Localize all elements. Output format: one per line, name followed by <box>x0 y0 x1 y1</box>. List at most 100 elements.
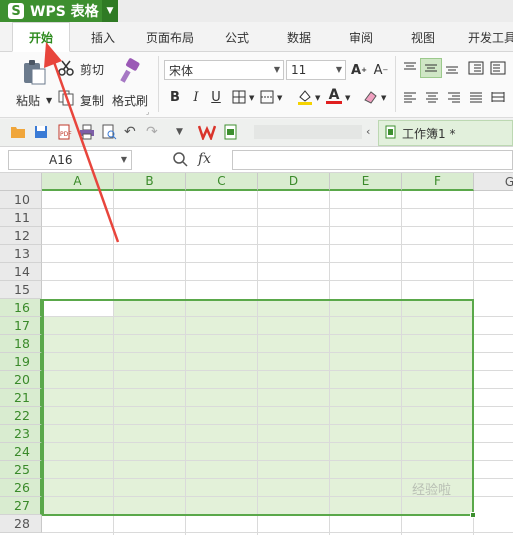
app-title: WPS 表格 <box>30 4 99 20</box>
paste-button[interactable]: 粘贴 <box>16 92 40 109</box>
row-header[interactable]: 15 <box>0 281 42 299</box>
paste-icon[interactable] <box>20 58 48 86</box>
underline-button[interactable]: U <box>207 88 225 106</box>
wps-docer-icon[interactable] <box>197 124 217 142</box>
cell-reference: A16 <box>49 153 73 167</box>
scissors-icon[interactable] <box>58 60 74 76</box>
column-header-c[interactable]: C <box>186 173 258 191</box>
ribbon-tabs: 开始 插入 页面布局 公式 数据 审阅 视图 开发工具 <box>0 22 513 52</box>
paste-dropdown-icon[interactable]: ▼ <box>46 96 52 105</box>
format-painter-button[interactable]: 格式刷 <box>112 92 148 109</box>
app-menu-button[interactable]: S WPS 表格 <box>0 0 118 22</box>
align-top-icon[interactable] <box>402 60 418 76</box>
row-header-selected[interactable]: 27 <box>0 497 42 515</box>
align-middle-icon[interactable] <box>420 58 442 78</box>
chevron-down-icon[interactable]: ▼ <box>345 94 350 102</box>
align-right-icon[interactable] <box>446 90 462 106</box>
clipboard-launcher-icon[interactable]: ⌟ <box>146 108 149 116</box>
row-header-selected[interactable]: 18 <box>0 335 42 353</box>
save-icon[interactable] <box>34 125 48 139</box>
row-header-selected[interactable]: 23 <box>0 425 42 443</box>
italic-button[interactable]: I <box>187 88 205 106</box>
merge-cells-icon[interactable] <box>260 90 274 104</box>
chevron-down-icon[interactable]: ▼ <box>277 94 282 102</box>
chevron-down-icon: ▼ <box>273 65 280 74</box>
open-folder-icon[interactable] <box>10 125 26 139</box>
row-header-selected[interactable]: 16 <box>0 299 42 317</box>
document-tab[interactable]: 工作簿1 * <box>378 120 513 146</box>
chevron-down-icon[interactable]: ▼ <box>381 94 386 102</box>
formula-input[interactable] <box>232 150 513 170</box>
align-center-icon[interactable] <box>424 90 440 106</box>
format-painter-icon[interactable] <box>117 58 143 84</box>
cut-button[interactable]: 剪切 <box>80 61 104 78</box>
bold-button[interactable]: B <box>166 88 184 106</box>
tab-page-layout[interactable]: 页面布局 <box>138 22 202 52</box>
name-box[interactable]: A16 ▼ <box>8 150 132 170</box>
row-header-selected[interactable]: 25 <box>0 461 42 479</box>
fill-color-icon[interactable] <box>296 88 314 106</box>
font-color-icon[interactable]: A <box>326 87 342 107</box>
align-bottom-icon[interactable] <box>444 60 460 76</box>
increase-font-icon[interactable]: A + <box>350 61 368 79</box>
font-size-select[interactable]: 11 ▼ <box>286 60 346 80</box>
row-header[interactable]: 14 <box>0 263 42 281</box>
row-header-selected[interactable]: 17 <box>0 317 42 335</box>
chevron-down-icon[interactable]: ▼ <box>249 94 254 102</box>
increase-indent-icon[interactable] <box>490 60 506 76</box>
copy-icon[interactable] <box>58 90 74 106</box>
tab-insert[interactable]: 插入 <box>80 22 126 52</box>
print-icon[interactable] <box>79 124 95 140</box>
column-header-e[interactable]: E <box>330 173 402 191</box>
decrease-font-icon[interactable]: A − <box>372 61 390 79</box>
column-header-f[interactable]: F <box>402 173 474 191</box>
customize-toolbar-icon[interactable]: ▼ <box>176 127 183 137</box>
tab-developer[interactable]: 开发工具 <box>460 22 513 52</box>
fill-handle[interactable] <box>470 512 476 518</box>
tab-review[interactable]: 审阅 <box>338 22 384 52</box>
row-header-selected[interactable]: 26 <box>0 479 42 497</box>
undo-icon[interactable]: ↶ <box>124 124 138 140</box>
divider <box>395 56 396 112</box>
insert-function-button[interactable]: fx <box>198 151 211 167</box>
spreadsheet-file-icon[interactable] <box>224 124 238 140</box>
select-all-corner[interactable] <box>0 173 42 191</box>
decrease-indent-icon[interactable] <box>468 60 484 76</box>
row-header-selected[interactable]: 20 <box>0 371 42 389</box>
tab-data[interactable]: 数据 <box>276 22 322 52</box>
chevron-down-icon: ▼ <box>120 155 127 164</box>
row-header[interactable]: 12 <box>0 227 42 245</box>
column-header-b[interactable]: B <box>114 173 186 191</box>
wps-logo-icon: S <box>8 3 24 19</box>
column-header-g[interactable]: G <box>474 173 513 191</box>
print-preview-icon[interactable] <box>101 124 117 140</box>
row-header[interactable]: 10 <box>0 191 42 209</box>
row-header-selected[interactable]: 24 <box>0 443 42 461</box>
justify-icon[interactable] <box>468 90 484 106</box>
clear-format-icon[interactable] <box>362 88 380 106</box>
zoom-search-icon[interactable] <box>172 151 188 167</box>
row-header-selected[interactable]: 19 <box>0 353 42 371</box>
tab-scroll-left-icon[interactable]: ‹ <box>366 125 370 138</box>
export-pdf-icon[interactable]: PDF <box>56 124 72 140</box>
tab-home[interactable]: 开始 <box>12 22 70 52</box>
column-header-a[interactable]: A <box>42 173 114 191</box>
app-menu-dropdown-icon[interactable]: ▼ <box>102 0 118 22</box>
row-header-selected[interactable]: 21 <box>0 389 42 407</box>
tab-view[interactable]: 视图 <box>400 22 446 52</box>
distributed-align-icon[interactable] <box>490 90 506 106</box>
column-header-d[interactable]: D <box>258 173 330 191</box>
formula-bar: A16 ▼ fx <box>0 147 513 173</box>
borders-icon[interactable] <box>232 90 246 104</box>
font-name-select[interactable]: 宋体 ▼ <box>164 60 284 80</box>
redo-icon[interactable]: ↷ <box>146 124 160 140</box>
copy-button[interactable]: 复制 <box>80 92 104 109</box>
row-header[interactable]: 11 <box>0 209 42 227</box>
row-header[interactable]: 28 <box>0 515 42 533</box>
chevron-down-icon[interactable]: ▼ <box>315 94 320 102</box>
tab-formulas[interactable]: 公式 <box>214 22 260 52</box>
row-header[interactable]: 13 <box>0 245 42 263</box>
spreadsheet-grid[interactable]: A B C D E F G 10 11 12 13 14 15 16 17 18… <box>0 173 513 535</box>
align-left-icon[interactable] <box>402 90 418 106</box>
row-header-selected[interactable]: 22 <box>0 407 42 425</box>
